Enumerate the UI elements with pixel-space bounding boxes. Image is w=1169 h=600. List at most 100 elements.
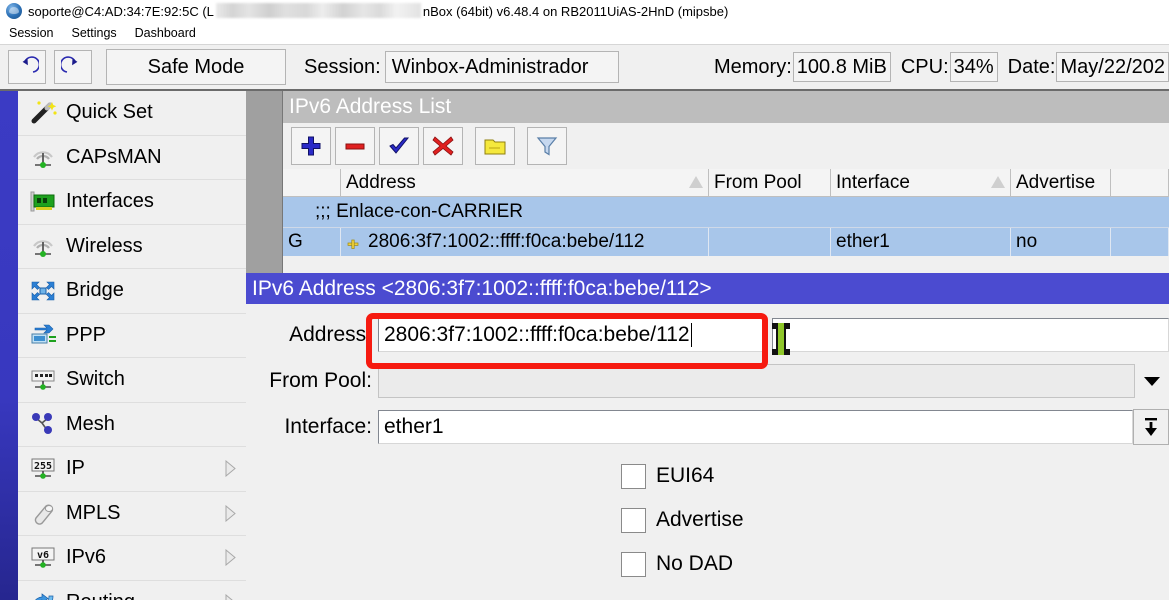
menu-item-dashboard[interactable]: Dashboard — [126, 26, 205, 40]
undo-arrow-icon — [15, 55, 39, 79]
column-header-from-pool[interactable]: From Pool — [709, 169, 831, 197]
sort-indicator-icon — [689, 176, 703, 188]
title-bar: soporte@C4:AD:34:7E:92:5C (LnBox (64bit)… — [0, 0, 1169, 22]
window-title: soporte@C4:AD:34:7E:92:5C (LnBox (64bit)… — [28, 3, 728, 19]
no-dad-label: No DAD — [656, 552, 733, 576]
cell-extra — [1111, 228, 1169, 256]
no-dad-checkbox[interactable] — [621, 552, 646, 577]
session-label: Session: — [304, 56, 381, 79]
sidebar-item-ppp[interactable]: PPP — [18, 314, 246, 359]
sidebar-item-mesh[interactable]: Mesh — [18, 403, 246, 448]
svg-text:v6: v6 — [37, 550, 49, 561]
sidebar-menu: Quick Set CAPsMAN — [18, 91, 247, 600]
cell-advertise: no — [1011, 228, 1111, 256]
column-header-flags[interactable] — [283, 169, 341, 197]
routing-arrows-icon — [26, 587, 60, 600]
cell-flags: G — [283, 228, 341, 256]
chevron-right-icon — [225, 594, 236, 600]
advertise-checkbox[interactable] — [621, 508, 646, 533]
ip-255-icon: 255 — [26, 454, 60, 484]
ipv6-address-list-window: IPv6 Address List — [246, 91, 1169, 273]
filter-button[interactable] — [527, 127, 567, 165]
session-value[interactable]: Winbox-Administrador — [385, 51, 619, 83]
funnel-icon — [535, 134, 559, 158]
sidebar-item-interfaces[interactable]: Interfaces — [18, 180, 246, 225]
sidebar-item-label: CAPsMAN — [66, 146, 162, 169]
svg-text:255: 255 — [34, 461, 52, 472]
winbox-window: soporte@C4:AD:34:7E:92:5C (LnBox (64bit)… — [0, 0, 1169, 600]
address-field[interactable]: 2806:3f7:1002::ffff:f0ca:bebe/112 — [378, 318, 764, 352]
undo-button[interactable] — [8, 50, 46, 84]
from-pool-dropdown-button[interactable] — [1135, 364, 1169, 398]
sidebar-item-label: Interfaces — [66, 190, 154, 213]
column-header-interface[interactable]: Interface — [831, 169, 1011, 197]
sidebar-item-mpls[interactable]: MPLS — [18, 492, 246, 537]
add-button[interactable] — [291, 127, 331, 165]
date-label: Date: — [1008, 56, 1056, 79]
disable-button[interactable] — [423, 127, 463, 165]
enable-button[interactable] — [379, 127, 419, 165]
list-window-title-bar: IPv6 Address List — [283, 91, 1169, 123]
sidebar-item-label: Switch — [66, 368, 125, 391]
menu-item-session[interactable]: Session — [0, 26, 62, 40]
memory-value: 100.8 MiB — [793, 52, 891, 82]
date-value: May/22/202 — [1056, 52, 1169, 82]
from-pool-field[interactable] — [378, 364, 1135, 398]
interface-dropdown-button[interactable] — [1133, 409, 1169, 445]
switch-icon — [26, 365, 60, 395]
antenna-icon — [26, 142, 60, 172]
sidebar-item-routing[interactable]: Routing — [18, 581, 246, 600]
advertise-row: Advertise — [246, 498, 1169, 542]
dialog-title: IPv6 Address <2806:3f7:1002::ffff:f0ca:b… — [252, 277, 712, 301]
menu-item-settings[interactable]: Settings — [62, 26, 125, 40]
sidebar-item-label: Quick Set — [66, 101, 153, 124]
cell-interface: ether1 — [831, 228, 1011, 256]
remove-button[interactable] — [335, 127, 375, 165]
redacted-title-region — [216, 3, 421, 18]
safe-mode-button[interactable]: Safe Mode — [106, 49, 286, 85]
ppp-monitor-icon — [26, 320, 60, 350]
sidebar-item-quick-set[interactable]: Quick Set — [18, 91, 246, 136]
sidebar-item-label: PPP — [66, 324, 106, 347]
address-field-overflow[interactable] — [772, 318, 1169, 352]
sidebar-item-capsman[interactable]: CAPsMAN — [18, 136, 246, 181]
dialog-title-bar: IPv6 Address <2806:3f7:1002::ffff:f0ca:b… — [246, 273, 1169, 304]
sidebar-item-bridge[interactable]: Bridge — [18, 269, 246, 314]
column-header-extra[interactable] — [1111, 169, 1169, 197]
table-row[interactable]: G 2806:3f7:1002::ffff:f0ca:bebe/112 ethe… — [283, 228, 1169, 256]
chevron-down-icon — [1141, 374, 1163, 388]
text-caret — [691, 323, 692, 347]
comment-button[interactable] — [475, 127, 515, 165]
address-field-value: 2806:3f7:1002::ffff:f0ca:bebe/112 — [384, 323, 690, 347]
sidebar-item-ip[interactable]: 255 IP — [18, 447, 246, 492]
cpu-label: CPU: — [901, 56, 949, 79]
column-header-advertise[interactable]: Advertise — [1011, 169, 1111, 197]
table-row-comment[interactable]: ;;; Enlace-con-CARRIER — [283, 197, 1169, 228]
mesh-nodes-icon — [26, 409, 60, 439]
column-header-address[interactable]: Address — [341, 169, 709, 197]
sidebar-item-label: Wireless — [66, 235, 143, 258]
note-icon — [483, 134, 507, 158]
address-bullet-icon — [346, 235, 360, 249]
eui64-row: EUI64 — [246, 454, 1169, 498]
window-splitter[interactable] — [246, 91, 283, 273]
advertise-label: Advertise — [656, 508, 744, 532]
address-row: Address: 2806:3f7:1002::ffff:f0ca:bebe/1… — [246, 316, 1169, 354]
table-header-row: Address From Pool Interface Advertise — [283, 169, 1169, 197]
list-toolbar — [283, 123, 1169, 169]
cell-address-text: 2806:3f7:1002::ffff:f0ca:bebe/112 — [368, 231, 644, 253]
sidebar-item-ipv6[interactable]: v6 IPv6 — [18, 536, 246, 581]
dialog-body: Address: 2806:3f7:1002::ffff:f0ca:bebe/1… — [246, 304, 1169, 586]
redo-arrow-icon — [61, 55, 85, 79]
eui64-checkbox[interactable] — [621, 464, 646, 489]
sidebar-item-wireless[interactable]: Wireless — [18, 225, 246, 270]
column-header-interface-label: Interface — [836, 172, 910, 194]
sort-indicator-icon — [991, 176, 1005, 188]
chevron-right-icon — [225, 549, 236, 566]
sidebar-item-switch[interactable]: Switch — [18, 358, 246, 403]
interface-field[interactable]: ether1 — [378, 410, 1133, 444]
window-title-suffix: nBox (64bit) v6.48.4 on RB2011UiAS-2HnD … — [423, 4, 728, 19]
chevron-right-icon — [225, 460, 236, 477]
redo-button[interactable] — [54, 50, 92, 84]
magic-wand-icon — [26, 98, 60, 128]
